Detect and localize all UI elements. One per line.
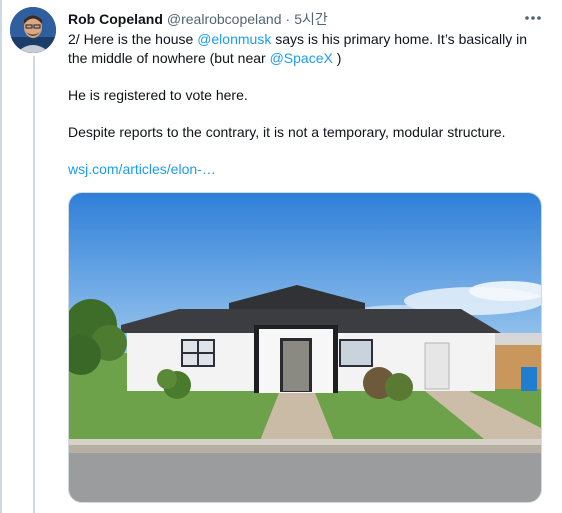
avatar[interactable] <box>10 7 56 53</box>
author-name[interactable]: Rob Copeland <box>68 11 163 27</box>
author-handle[interactable]: @realrobcopeland <box>167 11 282 27</box>
tweet-paragraph-1: 2/ Here is the house @elonmusk says is h… <box>68 30 544 68</box>
text-segment: ) <box>332 50 342 66</box>
more-options-button[interactable] <box>518 8 548 28</box>
timeline-left-border <box>0 0 2 513</box>
avatar-photo <box>10 7 56 53</box>
tweet-paragraph-3: Despite reports to the contrary, it is n… <box>68 124 506 140</box>
text-segment: 2/ Here is the house <box>68 31 198 47</box>
header-separator: · <box>285 11 291 27</box>
mention-elonmusk[interactable]: @elonmusk <box>197 31 271 47</box>
house-photo <box>69 193 541 502</box>
thread-connector-line <box>33 56 35 513</box>
tweet-media-photo[interactable] <box>68 192 542 503</box>
tweet-header: Rob Copeland @realrobcopeland · 5시간 <box>68 9 328 29</box>
tweet-paragraph-2: He is registered to vote here. <box>68 87 248 103</box>
more-horizontal-icon <box>525 16 541 20</box>
tweet-text: 2/ Here is the house @elonmusk says is h… <box>68 30 544 179</box>
tweet-timestamp[interactable]: 5시간 <box>294 9 328 29</box>
mention-spacex[interactable]: @SpaceX <box>270 50 333 66</box>
article-link[interactable]: wsj.com/articles/elon-… <box>68 161 216 177</box>
